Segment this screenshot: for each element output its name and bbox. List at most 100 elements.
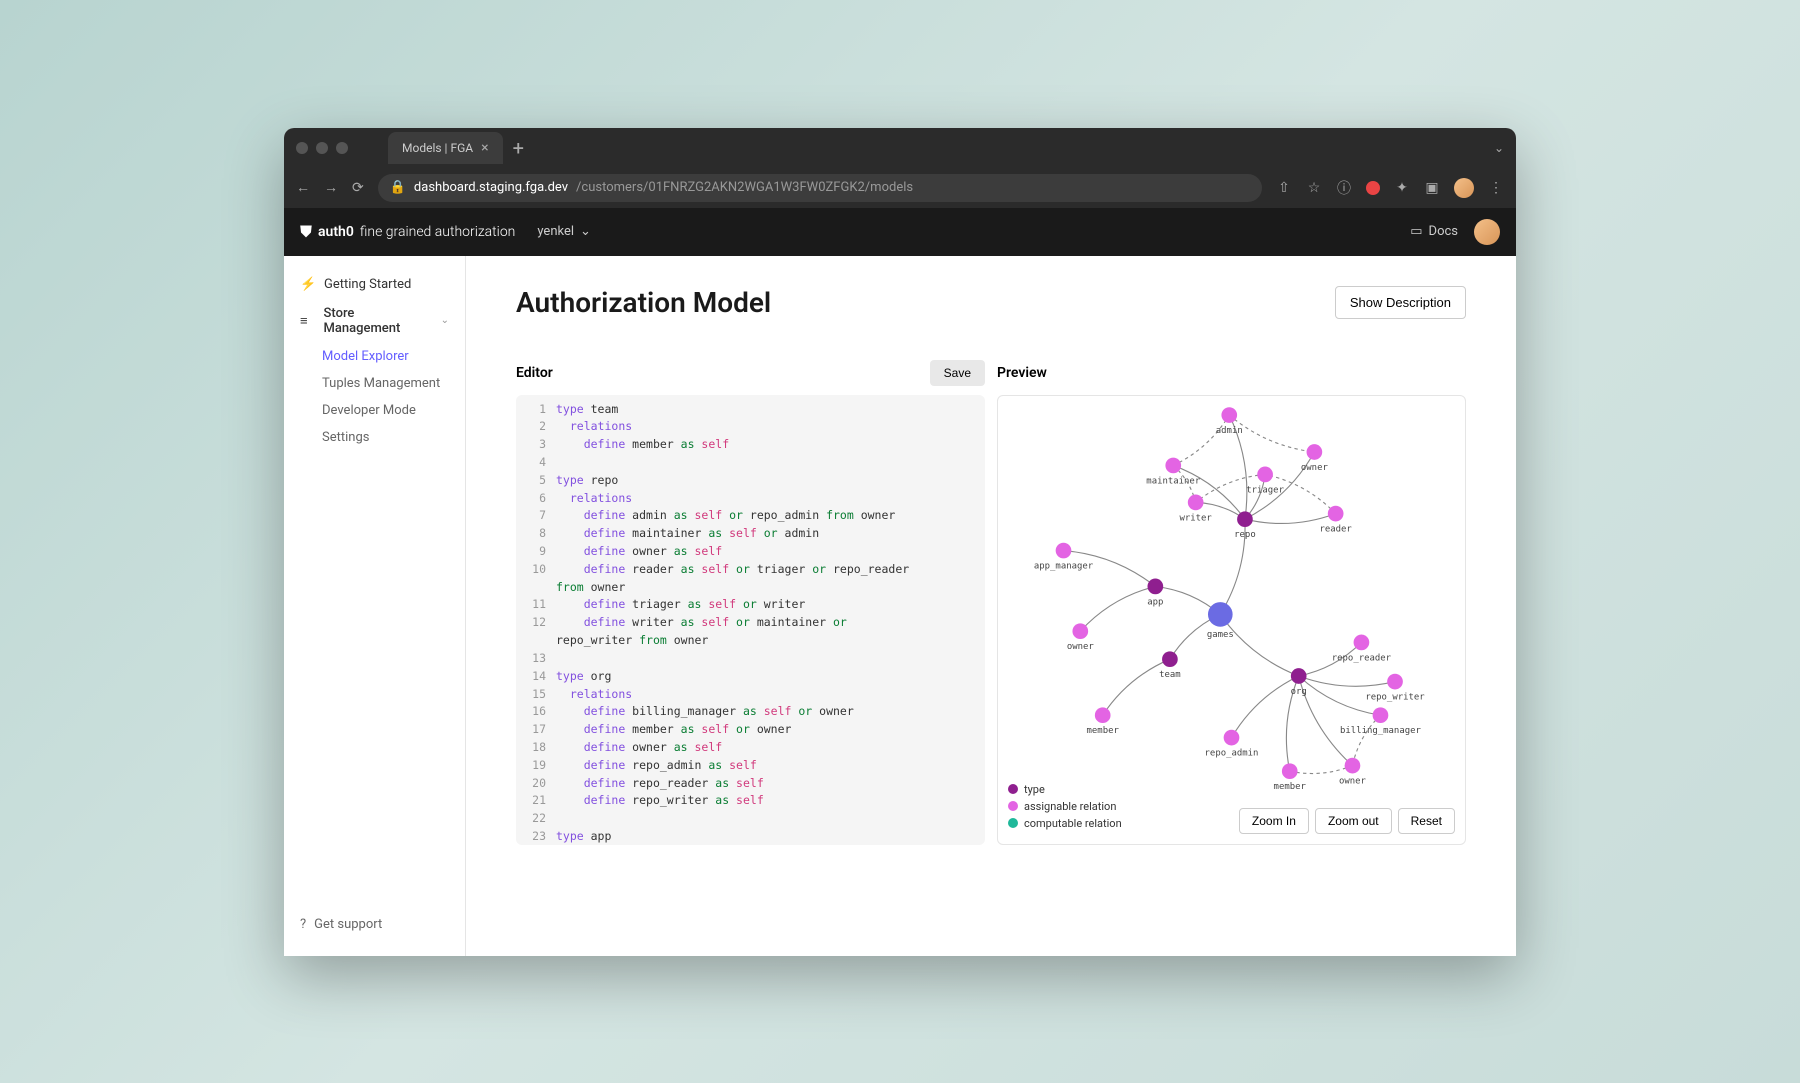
code-line: 17 define member as self or owner: [516, 721, 985, 739]
user-avatar[interactable]: [1474, 219, 1500, 245]
url-domain: dashboard.staging.fga.dev: [414, 180, 568, 195]
chevron-down-icon: ⌄: [580, 224, 591, 239]
window-controls: [296, 142, 348, 154]
address-bar: ← → ⟳ 🔒 dashboard.staging.fga.dev/custom…: [284, 168, 1516, 208]
legend-dot-type: [1008, 784, 1018, 794]
get-support-link[interactable]: ? Get support: [284, 907, 465, 942]
pane-header: Preview: [997, 359, 1466, 387]
puzzle-icon[interactable]: ✦: [1394, 180, 1410, 196]
graph-node[interactable]: [1188, 494, 1204, 510]
zoom-in-button[interactable]: Zoom In: [1239, 808, 1309, 834]
info-icon[interactable]: ⓘ: [1336, 180, 1352, 196]
product-name: fine grained authorization: [360, 224, 515, 240]
sidebar-item-tuples-management[interactable]: Tuples Management: [284, 370, 465, 397]
reset-button[interactable]: Reset: [1398, 808, 1455, 834]
sidebar-item-model-explorer[interactable]: Model Explorer: [284, 343, 465, 370]
code-line: 15 relations: [516, 686, 985, 704]
graph-node[interactable]: [1224, 729, 1240, 745]
code-line: 6 relations: [516, 490, 985, 508]
share-icon[interactable]: ⇧: [1276, 180, 1292, 196]
legend-label: assignable relation: [1024, 800, 1116, 813]
back-icon[interactable]: ←: [296, 179, 310, 196]
graph-node[interactable]: [1072, 623, 1088, 639]
graph-node[interactable]: [1208, 602, 1233, 627]
kebab-icon[interactable]: ⋮: [1488, 180, 1504, 196]
stack-icon: ≡: [300, 313, 314, 329]
sidebar-item-getting-started[interactable]: ⚡ Getting Started: [284, 270, 465, 299]
code-line: 21 define repo_writer as self: [516, 792, 985, 810]
graph-node[interactable]: [1165, 457, 1181, 473]
minimize-dot[interactable]: [316, 142, 328, 154]
close-dot[interactable]: [296, 142, 308, 154]
docs-link[interactable]: ▭ Docs: [1410, 224, 1458, 239]
graph-node[interactable]: [1162, 651, 1178, 667]
page-title: Authorization Model: [516, 286, 771, 319]
svg-text:repo_admin: repo_admin: [1205, 748, 1259, 758]
code-line: 9 define owner as self: [516, 543, 985, 561]
docs-label: Docs: [1429, 224, 1458, 239]
sidebar-item-store-management[interactable]: ≡ Store Management ⌄: [284, 299, 465, 343]
tenant-name: yenkel: [537, 224, 574, 239]
graph-node[interactable]: [1328, 505, 1344, 521]
profile-avatar-icon[interactable]: [1454, 178, 1474, 198]
save-button[interactable]: Save: [930, 360, 985, 386]
preview-title: Preview: [997, 365, 1047, 381]
graph-node[interactable]: [1237, 511, 1253, 527]
graph-node[interactable]: [1221, 407, 1237, 423]
graph-node[interactable]: [1282, 763, 1298, 779]
svg-text:app: app: [1147, 597, 1163, 607]
graph-node[interactable]: [1148, 578, 1164, 594]
maximize-dot[interactable]: [336, 142, 348, 154]
code-line: 19 define repo_admin as self: [516, 757, 985, 775]
code-line: 14type org: [516, 668, 985, 686]
tenant-picker[interactable]: yenkel ⌄: [537, 224, 591, 239]
book-icon: ▭: [1410, 224, 1422, 239]
code-line: 12 define writer as self or maintainer o…: [516, 614, 985, 632]
shield-icon[interactable]: [1366, 181, 1380, 195]
code-line: 3 define member as self: [516, 436, 985, 454]
graph-node[interactable]: [1056, 542, 1072, 558]
sidebar-item-developer-mode[interactable]: Developer Mode: [284, 397, 465, 424]
code-line: 23type app: [516, 828, 985, 845]
browser-tab[interactable]: Models | FGA ×: [388, 132, 503, 164]
svg-text:member: member: [1274, 782, 1307, 792]
main-content: Authorization Model Show Description Edi…: [466, 256, 1516, 956]
code-line: 22: [516, 810, 985, 828]
legend-dot-assignable: [1008, 801, 1018, 811]
show-description-button[interactable]: Show Description: [1335, 286, 1466, 319]
new-tab-icon[interactable]: +: [513, 136, 524, 160]
graph-node[interactable]: [1307, 444, 1323, 460]
graph-node[interactable]: [1373, 707, 1389, 723]
zoom-out-button[interactable]: Zoom out: [1315, 808, 1392, 834]
graph-node[interactable]: [1257, 466, 1273, 482]
code-line: 5type repo: [516, 472, 985, 490]
code-line: 13: [516, 650, 985, 668]
graph-preview[interactable]: gamesappteamrepoorgapp_managerownermembe…: [997, 395, 1466, 845]
sidebar-item-settings[interactable]: Settings: [284, 424, 465, 451]
close-icon[interactable]: ×: [481, 140, 488, 156]
editor-pane: Editor Save 1type team2 relations3 defin…: [516, 359, 985, 845]
app-header: ⛊ auth0 fine grained authorization yenke…: [284, 208, 1516, 256]
code-line: from owner: [516, 579, 985, 597]
reload-icon[interactable]: ⟳: [352, 180, 364, 196]
legend: type assignable relation computable rela…: [1008, 783, 1122, 834]
cast-icon[interactable]: ▣: [1424, 180, 1440, 196]
url-path: /customers/01FNRZG2AKN2WGA1W3FW0ZFGK2/mo…: [576, 180, 913, 195]
code-editor[interactable]: 1type team2 relations3 define member as …: [516, 395, 985, 845]
svg-text:app_manager: app_manager: [1034, 561, 1094, 571]
graph-node[interactable]: [1291, 668, 1307, 684]
svg-text:billing_manager: billing_manager: [1340, 726, 1421, 736]
code-line: 1type team: [516, 401, 985, 419]
star-icon[interactable]: ☆: [1306, 180, 1322, 196]
forward-icon[interactable]: →: [324, 179, 338, 196]
browser-window: Models | FGA × + ⌄ ← → ⟳ 🔒 dashboard.sta…: [284, 128, 1516, 956]
graph-node[interactable]: [1095, 707, 1111, 723]
legend-label: computable relation: [1024, 817, 1122, 830]
graph-node[interactable]: [1387, 673, 1403, 689]
graph-node[interactable]: [1354, 634, 1370, 650]
chevron-down-icon[interactable]: ⌄: [1494, 141, 1504, 155]
code-line: 7 define admin as self or repo_admin fro…: [516, 507, 985, 525]
preview-pane: Preview gamesappteamrepoorgapp_managerow…: [997, 359, 1466, 845]
url-input[interactable]: 🔒 dashboard.staging.fga.dev/customers/01…: [378, 174, 1262, 202]
graph-node[interactable]: [1345, 757, 1361, 773]
